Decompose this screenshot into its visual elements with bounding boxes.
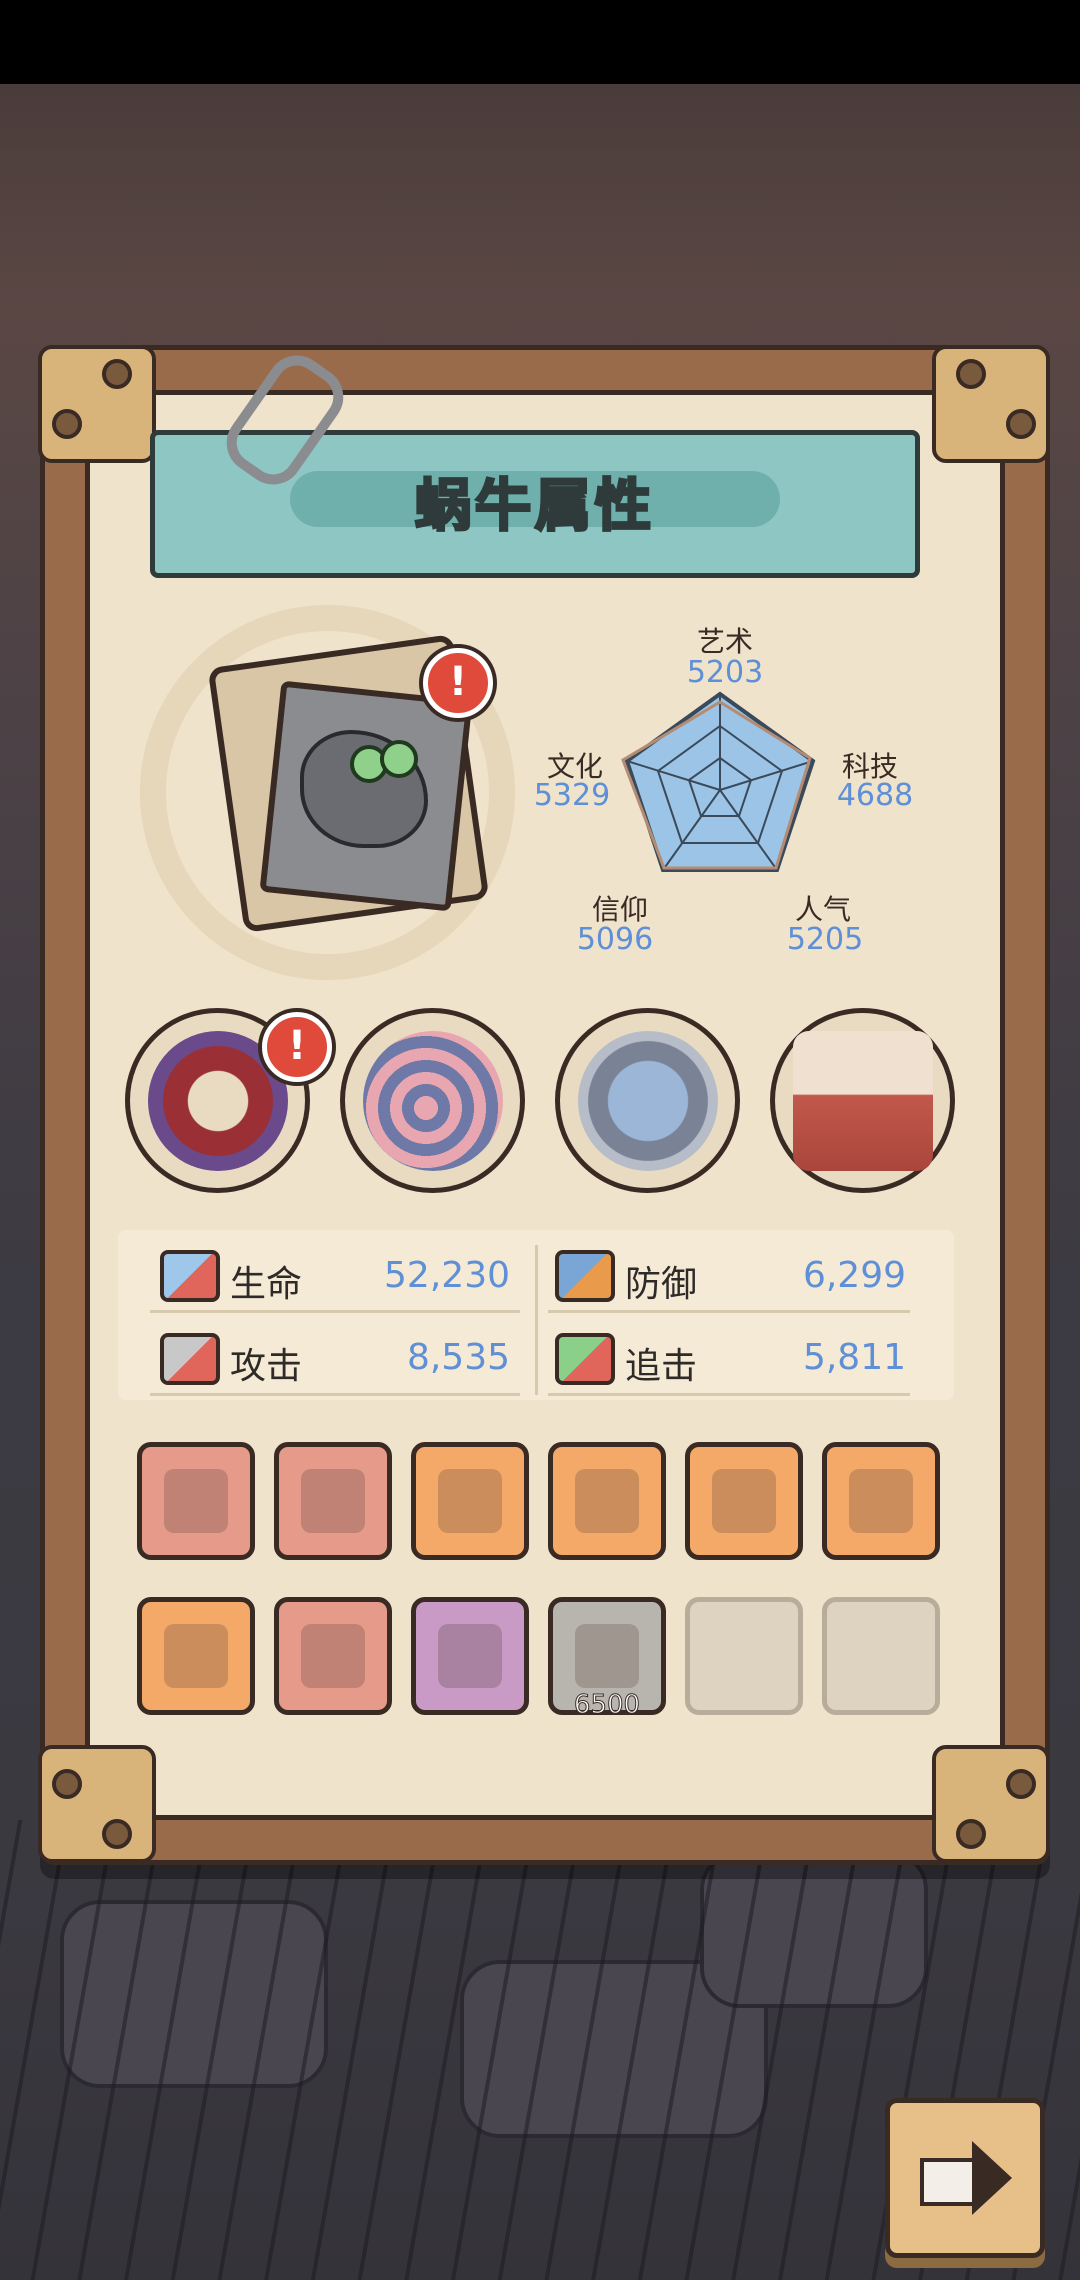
board-corner-top-right <box>932 345 1050 463</box>
hp-icon <box>160 1250 220 1302</box>
board-corner-bottom-left <box>38 1745 156 1863</box>
alert-badge: ! <box>423 648 493 718</box>
equip-slot-empty[interactable] <box>685 1597 803 1715</box>
scroll-icon <box>575 1624 639 1688</box>
stat-value-hp: 52,230 <box>384 1255 510 1296</box>
compass-icon <box>578 1031 718 1171</box>
equip-slot-amulet[interactable] <box>822 1442 940 1560</box>
radar-value-culture: 5329 <box>533 778 611 813</box>
attack-icon <box>160 1333 220 1385</box>
radar-value-popularity: 5205 <box>786 922 864 957</box>
stat-label-pursuit: 追击 <box>625 1346 698 1387</box>
radar-value-tech: 4688 <box>836 778 914 813</box>
equip-slot-dagger[interactable] <box>137 1442 255 1560</box>
stat-label-attack: 攻击 <box>230 1346 303 1387</box>
stat-value-pursuit: 5,811 <box>802 1337 906 1378</box>
stat-value-defense: 6,299 <box>802 1255 906 1296</box>
defense-icon <box>555 1250 615 1302</box>
slingshot-icon <box>301 1624 365 1688</box>
equip-slot-goggles[interactable] <box>411 1442 529 1560</box>
equip-slot-armor-vest[interactable] <box>411 1597 529 1715</box>
stat-divider <box>150 1310 520 1313</box>
stat-divider <box>548 1310 910 1313</box>
ring-icon <box>712 1469 776 1533</box>
snail-eye <box>380 740 418 778</box>
arrow-right-icon <box>920 2158 979 2206</box>
dagger-icon <box>164 1469 228 1533</box>
equip-slot-scythe[interactable] <box>137 1597 255 1715</box>
arrow-right-icon-head <box>972 2141 1012 2215</box>
board-corner-bottom-right <box>932 1745 1050 1863</box>
radar-label-art: 艺术 <box>696 625 753 658</box>
crossed-swords-icon <box>575 1469 639 1533</box>
stat-divider <box>548 1393 910 1396</box>
potion-crate-icon <box>793 1031 933 1171</box>
unlock-cost: 6500 <box>573 1690 641 1721</box>
snail-shell-icon <box>363 1031 503 1171</box>
equip-slot-crossed-swords[interactable] <box>548 1442 666 1560</box>
equip-slot-empty[interactable] <box>822 1597 940 1715</box>
skill-potion-crate[interactable] <box>770 1008 955 1193</box>
status-bar <box>0 0 1080 84</box>
scythe-icon <box>164 1624 228 1688</box>
skill-alert-badge: ! <box>262 1012 332 1082</box>
stat-label-defense: 防御 <box>625 1264 698 1305</box>
board-corner-top-left <box>38 345 156 463</box>
armor-vest-icon <box>438 1624 502 1688</box>
goggles-icon <box>438 1469 502 1533</box>
next-button[interactable] <box>885 2098 1045 2258</box>
equip-slot-scroll-locked[interactable]: 6500 <box>548 1597 666 1721</box>
equip-slot-gauntlet[interactable] <box>274 1442 392 1560</box>
skill-snail-shell[interactable] <box>340 1008 525 1193</box>
gauntlet-icon <box>301 1469 365 1533</box>
pursuit-icon <box>555 1333 615 1385</box>
skill-compass[interactable] <box>555 1008 740 1193</box>
radar-value-faith: 5096 <box>576 922 654 957</box>
equip-slot-ring[interactable] <box>685 1442 803 1560</box>
radar-value-art: 5203 <box>686 655 764 690</box>
amulet-icon <box>849 1469 913 1533</box>
stat-column-divider <box>535 1245 538 1395</box>
stat-divider <box>150 1393 520 1396</box>
equip-slot-slingshot[interactable] <box>274 1597 392 1715</box>
stat-label-hp: 生命 <box>230 1264 303 1305</box>
stat-value-attack: 8,535 <box>406 1337 510 1378</box>
